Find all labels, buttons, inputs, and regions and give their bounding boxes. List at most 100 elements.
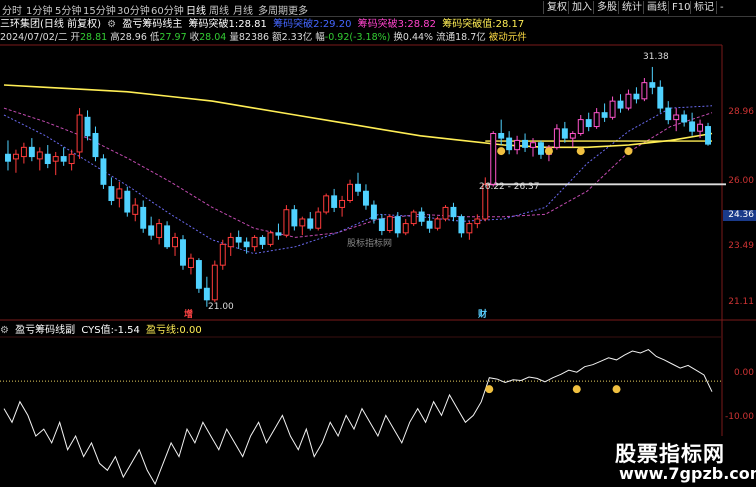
- candle-body: [593, 112, 600, 128]
- candle-body: [211, 264, 218, 301]
- candle-body: [100, 158, 107, 185]
- candle-body: [538, 142, 544, 155]
- candle-body: [323, 195, 330, 213]
- candle-body: [5, 153, 11, 162]
- candle-body: [355, 183, 361, 192]
- candle-body: [498, 132, 505, 139]
- axis-label-26-00: 26.00: [728, 176, 754, 186]
- zeng-marker[interactable]: 增: [184, 307, 193, 320]
- pl-line-value: 0.00: [179, 325, 202, 336]
- candle-body: [36, 151, 43, 160]
- candle-body: [315, 211, 322, 229]
- cys-line: [3, 349, 713, 486]
- candle-body: [68, 153, 75, 165]
- candle-body: [291, 209, 298, 227]
- axis-label-21-11: 21.11: [728, 297, 754, 307]
- candle-body: [339, 199, 346, 208]
- candle-body: [426, 220, 433, 229]
- candle-body: [28, 146, 35, 158]
- range-marker: 26.22 - 26.37: [479, 182, 540, 192]
- candle-body: [235, 236, 242, 243]
- candle-body: [418, 211, 425, 222]
- candle-body: [673, 114, 680, 121]
- candle-body: [283, 209, 290, 236]
- candle-body: [450, 206, 457, 218]
- candle-body: [60, 156, 67, 162]
- candle-body: [203, 287, 210, 301]
- candle-body: [506, 137, 513, 151]
- candle-body: [641, 82, 648, 100]
- candle-body: [362, 190, 369, 206]
- candle-body: [116, 188, 123, 199]
- candle-body: [299, 218, 306, 227]
- candle-body: [530, 142, 536, 148]
- candle-body: [681, 114, 688, 123]
- candle-body: [378, 218, 385, 232]
- candle-body: [307, 218, 314, 229]
- candle-body: [657, 86, 664, 109]
- signal-icon: [497, 147, 506, 156]
- candle-body: [402, 223, 409, 234]
- candle-body: [92, 132, 99, 158]
- candle-body: [180, 239, 186, 266]
- candle-body: [474, 218, 481, 225]
- candle-body: [514, 139, 521, 151]
- pl-line-label: 盈亏线:: [146, 325, 180, 336]
- candle-body: [442, 206, 449, 220]
- candle-body: [251, 236, 258, 248]
- cai-marker[interactable]: 财: [478, 307, 487, 320]
- candle-body: [689, 121, 696, 132]
- sub-signal-icon: [485, 385, 494, 394]
- candle-body: [156, 223, 163, 238]
- candle-body: [466, 223, 473, 234]
- candle-body: [370, 204, 377, 220]
- chart-watermark: 股标指标网: [347, 239, 393, 249]
- candle-body: [259, 236, 266, 245]
- candle-body: [394, 216, 401, 234]
- candle-body: [347, 183, 354, 201]
- candle-body: [601, 112, 608, 118]
- cys-label: CYS值:: [81, 325, 114, 336]
- candle-body: [697, 123, 704, 132]
- sub-indicator-header: ⚙ 盈亏筹码线副 CYS值:-1.54 盈亏线:0.00: [0, 324, 205, 337]
- candle-body: [172, 236, 178, 248]
- candle-body: [243, 241, 250, 248]
- sub-gear-icon[interactable]: ⚙: [0, 325, 9, 336]
- candle-body: [132, 204, 139, 215]
- candle-body: [84, 116, 91, 137]
- candle-body: [577, 119, 584, 134]
- candle-body: [187, 257, 194, 268]
- signal-icon: [624, 147, 633, 156]
- sub-indicator-name[interactable]: 盈亏筹码线副: [15, 325, 75, 336]
- candle-body: [275, 232, 282, 236]
- candle-body: [522, 139, 529, 148]
- candle-body: [140, 206, 147, 229]
- axis-label-23-49: 23.49: [728, 241, 754, 251]
- current-price-tag: 24.36: [723, 210, 756, 221]
- candle-body: [665, 107, 672, 121]
- candle-body: [52, 156, 59, 162]
- candle-body: [108, 186, 115, 201]
- candle-body: [124, 190, 131, 213]
- candle-body: [219, 243, 226, 266]
- watermark-url: www.7gpzb.com: [619, 464, 756, 483]
- candle-body: [609, 100, 616, 118]
- candle-body: [705, 126, 711, 145]
- candle-body: [553, 128, 560, 148]
- candle-body: [434, 218, 441, 229]
- candle-body: [569, 132, 576, 139]
- signal-icon: [576, 147, 585, 156]
- sub-axis-label-0: 0.00: [733, 368, 754, 378]
- candle-body: [386, 216, 393, 232]
- ma-magenta-line: [3, 107, 713, 238]
- candle-body: [148, 225, 155, 236]
- axis-label-28-96: 28.96: [728, 107, 754, 117]
- candle-body: [227, 236, 234, 248]
- candle-body: [561, 128, 568, 139]
- site-watermark: 股票指标网 www.7gpzb.com: [607, 436, 756, 487]
- candle-body: [44, 153, 51, 165]
- high-price-marker: 31.38: [643, 52, 669, 62]
- candle-body: [617, 100, 624, 109]
- candle-body: [195, 260, 202, 289]
- low-price-marker: 21.00: [208, 302, 234, 312]
